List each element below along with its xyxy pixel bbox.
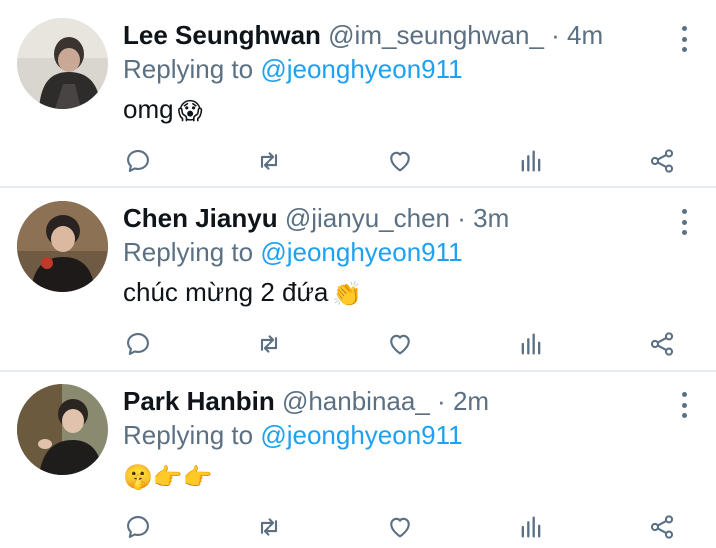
retweet-icon: [260, 518, 278, 536]
share-button[interactable]: [645, 510, 679, 544]
divider: [0, 186, 716, 188]
reply-button[interactable]: [121, 510, 155, 544]
replying-to: Replying to @jeonghyeon911: [123, 418, 463, 452]
user-handle[interactable]: @im_seunghwan_: [328, 20, 544, 50]
share-button[interactable]: [645, 144, 679, 178]
like-button[interactable]: [383, 327, 417, 361]
user-handle[interactable]: @hanbinaa_: [282, 386, 430, 416]
mention-link[interactable]: @jeonghyeon911: [260, 237, 462, 267]
retweet-button[interactable]: [252, 327, 286, 361]
replying-to-label: Replying to: [123, 237, 254, 267]
reply-button[interactable]: [121, 144, 155, 178]
reply-icon: [127, 516, 149, 538]
avatar[interactable]: [17, 384, 108, 475]
tweet[interactable]: Lee Seunghwan @im_seunghwan_ · 4m Replyi…: [0, 18, 716, 186]
mention-link[interactable]: @jeonghyeon911: [260, 420, 462, 450]
like-icon: [390, 151, 410, 172]
analytics-button[interactable]: [514, 510, 548, 544]
timestamp[interactable]: 2m: [453, 386, 489, 416]
analytics-button[interactable]: [514, 327, 548, 361]
emoji: 🤫👉👉: [123, 464, 213, 491]
more-options-icon[interactable]: [676, 209, 692, 235]
separator-dot: ·: [457, 203, 466, 233]
retweet-icon: [260, 152, 278, 170]
tweet-text: chúc mừng 2 đứa 👏: [123, 275, 362, 312]
replying-to-label: Replying to: [123, 420, 254, 450]
replying-to: Replying to @jeonghyeon911: [123, 235, 463, 269]
analytics-icon: [521, 333, 541, 355]
share-icon: [650, 332, 674, 356]
tweet[interactable]: Park Hanbin @hanbinaa_ · 2m Replying to …: [0, 384, 716, 548]
tweet-header: Park Hanbin @hanbinaa_ · 2m: [123, 384, 489, 418]
analytics-icon: [521, 516, 541, 538]
separator-dot: ·: [437, 386, 446, 416]
reply-icon: [127, 333, 149, 355]
more-options-icon[interactable]: [676, 392, 692, 418]
avatar[interactable]: [17, 201, 108, 292]
divider: [0, 370, 716, 372]
tweet-text-content: omg: [123, 94, 174, 124]
tweet-actions: [0, 327, 716, 361]
retweet-icon: [260, 335, 278, 353]
display-name[interactable]: Lee Seunghwan: [123, 20, 321, 50]
more-options-icon[interactable]: [676, 26, 692, 52]
like-icon: [390, 517, 410, 538]
analytics-icon: [521, 150, 541, 172]
mention-link[interactable]: @jeonghyeon911: [260, 54, 462, 84]
analytics-button[interactable]: [514, 144, 548, 178]
tweet-text: omg 😱: [123, 92, 203, 129]
user-handle[interactable]: @jianyu_chen: [285, 203, 450, 233]
tweet-text-content: chúc mừng 2 đứa: [123, 277, 329, 307]
emoji: 😱: [177, 98, 203, 125]
replies-feed: Lee Seunghwan @im_seunghwan_ · 4m Replyi…: [0, 0, 716, 548]
timestamp[interactable]: 3m: [473, 203, 509, 233]
replying-to: Replying to @jeonghyeon911: [123, 52, 463, 86]
display-name[interactable]: Park Hanbin: [123, 386, 275, 416]
avatar-photo-icon: [17, 384, 108, 475]
reply-button[interactable]: [121, 327, 155, 361]
retweet-button[interactable]: [252, 510, 286, 544]
replying-to-label: Replying to: [123, 54, 254, 84]
avatar-photo-icon: [17, 201, 108, 292]
share-icon: [650, 515, 674, 539]
avatar[interactable]: [17, 18, 108, 109]
tweet-actions: [0, 510, 716, 544]
tweet-header: Chen Jianyu @jianyu_chen · 3m: [123, 201, 509, 235]
share-icon: [650, 149, 674, 173]
like-button[interactable]: [383, 510, 417, 544]
separator-dot: ·: [551, 20, 560, 50]
retweet-button[interactable]: [252, 144, 286, 178]
reply-icon: [127, 150, 149, 172]
like-button[interactable]: [383, 144, 417, 178]
emoji: 👏: [332, 281, 363, 308]
tweet-header: Lee Seunghwan @im_seunghwan_ · 4m: [123, 18, 603, 52]
display-name[interactable]: Chen Jianyu: [123, 203, 278, 233]
tweet-text: 🤫👉👉: [123, 458, 213, 495]
avatar-photo-icon: [17, 18, 108, 109]
timestamp[interactable]: 4m: [567, 20, 603, 50]
like-icon: [390, 334, 410, 355]
tweet[interactable]: Chen Jianyu @jianyu_chen · 3m Replying t…: [0, 201, 716, 369]
tweet-actions: [0, 144, 716, 178]
share-button[interactable]: [645, 327, 679, 361]
